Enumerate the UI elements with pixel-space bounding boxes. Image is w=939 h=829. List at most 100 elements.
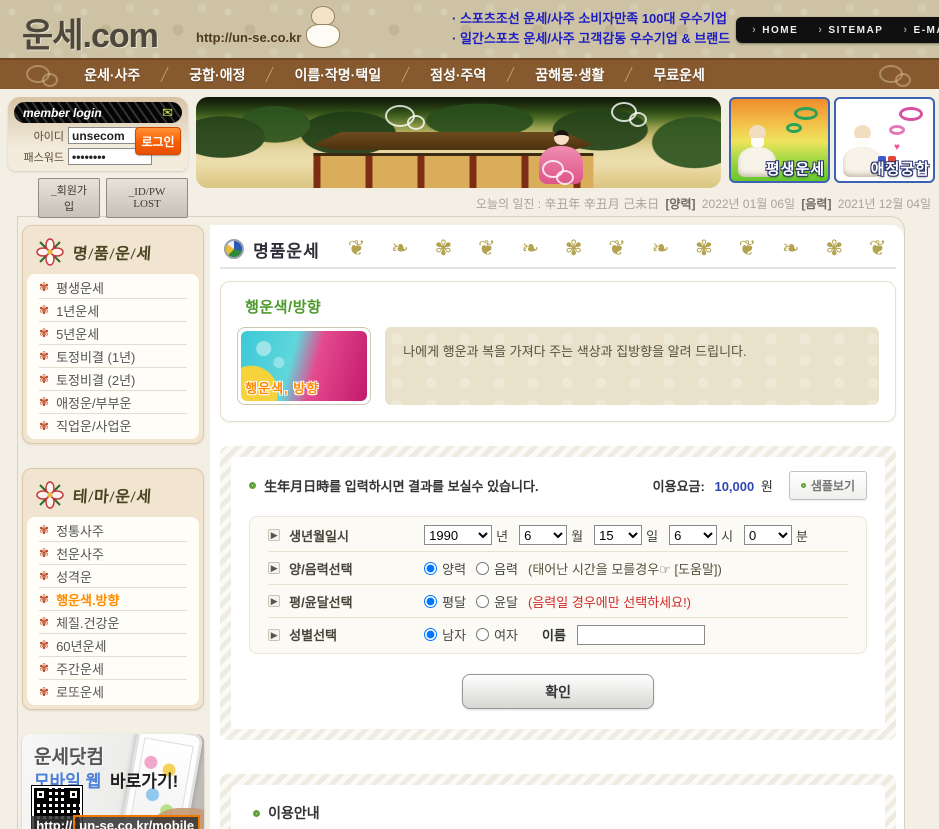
birth-month-select[interactable]: 6 bbox=[519, 525, 567, 545]
cloud-motif-icon bbox=[542, 160, 564, 178]
nav-jeomseong-juyeok[interactable]: 점성·주역 bbox=[430, 65, 486, 85]
sidebar-item-label: 60년운세 bbox=[56, 636, 106, 655]
login-sub-buttons: _회원가입 _ID/PW LOST bbox=[38, 178, 188, 218]
menu2-title: 테/마/운/세 bbox=[72, 483, 153, 507]
promo-lifetime-fortune[interactable]: 평생운세 bbox=[729, 97, 830, 183]
calendar-type-row: ▶ 양/음력선택 양력 음력 (태어난 시간을 모를경우☞ [도움말]) bbox=[268, 552, 848, 585]
nav-gunghap-aejeong[interactable]: 궁합·애정 bbox=[189, 65, 245, 85]
sidebar-item-weekly[interactable]: ✾주간운세 bbox=[39, 657, 187, 680]
name-input[interactable] bbox=[577, 625, 705, 645]
flower-bullet-icon: ✾ bbox=[39, 420, 49, 432]
birth-day-select[interactable]: 15 bbox=[594, 525, 642, 545]
leap-month-option-label[interactable]: 윤달 bbox=[494, 592, 518, 611]
award-link-1[interactable]: · 스포츠조선 운세/사주 소비자만족 100대 우수기업 bbox=[452, 9, 730, 29]
nav-unse-saju[interactable]: 운세·사주 bbox=[84, 65, 140, 85]
nav-divider bbox=[625, 67, 633, 82]
taegeuk-icon bbox=[224, 239, 244, 259]
promo-banners: 평생운세 ♥ 애정궁합 bbox=[729, 97, 935, 189]
login-button[interactable]: 로그인 bbox=[135, 127, 181, 155]
sidebar-item-tojeong-2y[interactable]: ✾토정비결 (2년) bbox=[39, 368, 187, 391]
flower-bullet-icon: ✾ bbox=[39, 639, 49, 651]
sidebar-item-label: 행운색.방향 bbox=[56, 590, 119, 609]
lucky-thumbnail: 행운색, 방향 bbox=[237, 327, 371, 405]
sidebar-item-tojeong-1y[interactable]: ✾토정비결 (1년) bbox=[39, 345, 187, 368]
confirm-button[interactable]: 확인 bbox=[462, 674, 654, 709]
floral-decoration bbox=[348, 234, 890, 264]
mobile-url-prefix: http:// bbox=[31, 816, 73, 829]
sidebar-item-cheonun-saju[interactable]: ✾천운사주 bbox=[39, 542, 187, 565]
nav-kkumhaemong[interactable]: 꿈해몽·생활 bbox=[535, 65, 604, 85]
menu1-list: ✾평생운세 ✾1년운세 ✾5년운세 ✾토정비결 (1년) ✾토정비결 (2년) … bbox=[27, 274, 199, 439]
fee-label: 이용요금: bbox=[653, 479, 705, 494]
sample-view-button[interactable]: 샘플보기 bbox=[789, 471, 867, 500]
leap-month-controls: 평달 윤달 (음력일 경우에만 선택하세요!) bbox=[424, 592, 691, 611]
flower-bullet-icon: ✾ bbox=[39, 281, 49, 293]
flower-bullet-icon: ✾ bbox=[39, 327, 49, 339]
calendar-help-note[interactable]: (태어난 시간을 모를경우☞ [도움말]) bbox=[528, 559, 722, 578]
birth-minute-select[interactable]: 0 bbox=[744, 525, 792, 545]
row-arrow-icon: ▶ bbox=[268, 529, 280, 541]
sidebar-item-lifetime[interactable]: ✾평생운세 bbox=[39, 276, 187, 299]
cloud-motif-icon bbox=[385, 105, 415, 127]
sidebar-item-personality[interactable]: ✾성격운 bbox=[39, 565, 187, 588]
id-pw-lost-button[interactable]: _ID/PW LOST bbox=[106, 178, 188, 218]
solar-radio[interactable] bbox=[424, 562, 437, 575]
year-unit: 년 bbox=[496, 526, 508, 545]
utility-nav-email-label: E-MAIL bbox=[914, 25, 939, 36]
leap-month-note: (음력일 경우에만 선택하세요!) bbox=[528, 592, 691, 611]
solar-option-label[interactable]: 양력 bbox=[442, 559, 466, 578]
sub-header-band: member login ✉ 아이디 패스워드 로그인 _회원가입 _ID/PW… bbox=[0, 89, 939, 189]
male-option-label[interactable]: 남자 bbox=[442, 625, 466, 644]
form-header-text: 生年月日時를 입력하시면 결과를 보실수 있습니다. bbox=[264, 476, 538, 495]
sidebar: 명/품/운/세 ✾평생운세 ✾1년운세 ✾5년운세 ✾토정비결 (1년) ✾토정… bbox=[18, 225, 210, 829]
fortune-form-inner: 生年月日時를 입력하시면 결과를 보실수 있습니다. 이용요금: 10,000 … bbox=[231, 457, 885, 729]
sidebar-item-love-marriage[interactable]: ✾애정운/부부운 bbox=[39, 391, 187, 414]
content-area: 명/품/운/세 ✾평생운세 ✾1년운세 ✾5년운세 ✾토정비결 (1년) ✾토정… bbox=[17, 216, 905, 829]
birth-hour-select[interactable]: 6 bbox=[669, 525, 717, 545]
sidebar-item-5year[interactable]: ✾5년운세 bbox=[39, 322, 187, 345]
flower-icon bbox=[35, 237, 65, 267]
promo-love-compatibility[interactable]: ♥ 애정궁합 bbox=[834, 97, 935, 183]
sidebar-item-lucky-color-direction[interactable]: ✾행운색.방향 bbox=[39, 588, 187, 611]
fee-unit: 원 bbox=[761, 479, 773, 494]
sidebar-item-career-business[interactable]: ✾직업운/사업운 bbox=[39, 414, 187, 437]
cloud-motif-icon bbox=[26, 65, 50, 83]
female-option-label[interactable]: 여자 bbox=[494, 625, 518, 644]
mobile-banner-title: 운세닷컴 bbox=[34, 742, 104, 769]
sidebar-item-lotto[interactable]: ✾로또운세 bbox=[39, 680, 187, 703]
utility-nav-sitemap[interactable]: › SITEMAP bbox=[818, 24, 883, 36]
leap-month-radio[interactable] bbox=[476, 595, 489, 608]
mail-icon: ✉ bbox=[162, 105, 173, 121]
female-radio[interactable] bbox=[476, 628, 489, 641]
mobile-url-host: un-se.co.kr/mobile bbox=[73, 815, 200, 829]
sidebar-item-label: 체질.건강운 bbox=[56, 613, 119, 632]
sidebar-item-health[interactable]: ✾체질.건강운 bbox=[39, 611, 187, 634]
birth-year-select[interactable]: 1990 bbox=[424, 525, 492, 545]
site-logo[interactable]: 운세.com bbox=[22, 8, 158, 57]
mobile-web-banner[interactable]: 운세닷컴 모바일 웹 바로가기! http:// un-se.co.kr/mob… bbox=[22, 734, 204, 829]
lunar-radio[interactable] bbox=[476, 562, 489, 575]
page-title: 명품운세 bbox=[253, 237, 320, 262]
nav-divider bbox=[266, 67, 274, 82]
menu2-list: ✾정통사주 ✾천운사주 ✾성격운 ✾행운색.방향 ✾체질.건강운 ✾60년운세 … bbox=[27, 517, 199, 705]
nav-free-unse[interactable]: 무료운세 bbox=[653, 65, 705, 85]
sidebar-item-1year[interactable]: ✾ 1년운세 bbox=[39, 299, 187, 322]
flower-bullet-icon: ✾ bbox=[39, 304, 49, 316]
join-button[interactable]: _회원가입 bbox=[38, 178, 100, 218]
sidebar-item-60year[interactable]: ✾ 60년운세 bbox=[39, 634, 187, 657]
page-titlebar: 명품운세 bbox=[220, 231, 896, 269]
lunar-option-label[interactable]: 음력 bbox=[494, 559, 518, 578]
sidebar-item-traditional-saju[interactable]: ✾정통사주 bbox=[39, 519, 187, 542]
password-label: 패스워드 bbox=[14, 149, 64, 165]
award-link-2[interactable]: · 일간스포츠 운세/사주 고객감동 우수기업 & 브랜드 bbox=[452, 29, 730, 49]
male-radio[interactable] bbox=[424, 628, 437, 641]
lucky-section-title: 행운색/방향 bbox=[245, 296, 879, 317]
nav-ireum-jakmyeong[interactable]: 이름·작명·택일 bbox=[294, 65, 381, 85]
normal-month-radio[interactable] bbox=[424, 595, 437, 608]
utility-nav-home[interactable]: › HOME bbox=[752, 24, 798, 36]
utility-nav-email[interactable]: › E-MAIL bbox=[903, 24, 939, 36]
flower-bullet-icon: ✾ bbox=[39, 662, 49, 674]
sidebar-item-label: 1년운세 bbox=[56, 301, 99, 320]
normal-month-option-label[interactable]: 평달 bbox=[442, 592, 466, 611]
name-label: 이름 bbox=[542, 625, 566, 644]
